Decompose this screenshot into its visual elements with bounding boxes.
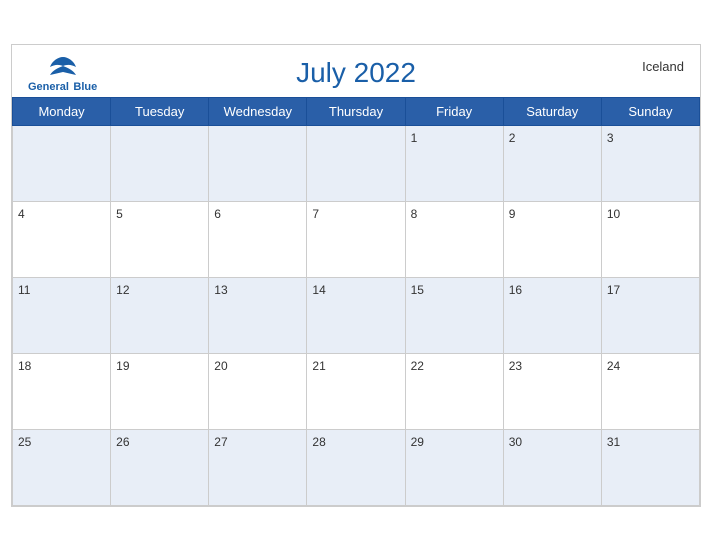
calendar-day-cell: 5 — [111, 201, 209, 277]
calendar-week-row: 4 5 6 7 8 9 10 — [13, 201, 700, 277]
calendar-day-cell — [111, 125, 209, 201]
day-number: 13 — [214, 283, 227, 297]
calendar-day-cell: 17 — [601, 277, 699, 353]
calendar-day-cell: 27 — [209, 429, 307, 505]
weekday-tuesday: Tuesday — [111, 97, 209, 125]
day-number: 30 — [509, 435, 522, 449]
calendar-day-cell: 10 — [601, 201, 699, 277]
day-number: 25 — [18, 435, 31, 449]
day-number: 1 — [411, 131, 418, 145]
weekday-header-row: Monday Tuesday Wednesday Thursday Friday… — [13, 97, 700, 125]
calendar-day-cell: 21 — [307, 353, 405, 429]
calendar-day-cell: 19 — [111, 353, 209, 429]
calendar-week-row: 11 12 13 14 15 16 17 — [13, 277, 700, 353]
calendar-day-cell: 9 — [503, 201, 601, 277]
calendar-day-cell: 3 — [601, 125, 699, 201]
day-number: 3 — [607, 131, 614, 145]
calendar-header: General Blue July 2022 Iceland — [12, 45, 700, 97]
calendar-day-cell: 31 — [601, 429, 699, 505]
day-number: 17 — [607, 283, 620, 297]
calendar-day-cell — [307, 125, 405, 201]
weekday-monday: Monday — [13, 97, 111, 125]
logo: General Blue — [28, 55, 97, 95]
weekday-saturday: Saturday — [503, 97, 601, 125]
day-number: 2 — [509, 131, 516, 145]
calendar-day-cell: 15 — [405, 277, 503, 353]
calendar-day-cell: 8 — [405, 201, 503, 277]
calendar-week-row: 25 26 27 28 29 30 31 — [13, 429, 700, 505]
calendar-day-cell — [209, 125, 307, 201]
calendar-day-cell: 18 — [13, 353, 111, 429]
day-number: 19 — [116, 359, 129, 373]
day-number: 5 — [116, 207, 123, 221]
calendar-day-cell: 2 — [503, 125, 601, 201]
calendar-grid: Monday Tuesday Wednesday Thursday Friday… — [12, 97, 700, 506]
calendar-container: General Blue July 2022 Iceland Monday Tu… — [11, 44, 701, 507]
calendar-day-cell: 30 — [503, 429, 601, 505]
day-number: 20 — [214, 359, 227, 373]
day-number: 4 — [18, 207, 25, 221]
calendar-day-cell: 23 — [503, 353, 601, 429]
calendar-day-cell: 13 — [209, 277, 307, 353]
day-number: 21 — [312, 359, 325, 373]
calendar-day-cell: 1 — [405, 125, 503, 201]
calendar-title: July 2022 — [296, 57, 416, 89]
calendar-day-cell: 12 — [111, 277, 209, 353]
day-number: 26 — [116, 435, 129, 449]
calendar-day-cell: 4 — [13, 201, 111, 277]
day-number: 28 — [312, 435, 325, 449]
day-number: 12 — [116, 283, 129, 297]
day-number: 23 — [509, 359, 522, 373]
day-number: 15 — [411, 283, 424, 297]
weekday-friday: Friday — [405, 97, 503, 125]
logo-icon — [48, 55, 78, 77]
weekday-sunday: Sunday — [601, 97, 699, 125]
day-number: 10 — [607, 207, 620, 221]
day-number: 7 — [312, 207, 319, 221]
day-number: 22 — [411, 359, 424, 373]
weekday-wednesday: Wednesday — [209, 97, 307, 125]
day-number: 11 — [18, 283, 30, 297]
day-number: 18 — [18, 359, 31, 373]
day-number: 8 — [411, 207, 418, 221]
calendar-week-row: 18 19 20 21 22 23 24 — [13, 353, 700, 429]
calendar-day-cell: 24 — [601, 353, 699, 429]
logo-text: General Blue — [28, 77, 97, 95]
calendar-day-cell: 25 — [13, 429, 111, 505]
calendar-day-cell: 22 — [405, 353, 503, 429]
day-number: 6 — [214, 207, 221, 221]
calendar-day-cell: 29 — [405, 429, 503, 505]
day-number: 27 — [214, 435, 227, 449]
calendar-day-cell: 14 — [307, 277, 405, 353]
day-number: 29 — [411, 435, 424, 449]
calendar-day-cell: 26 — [111, 429, 209, 505]
day-number: 31 — [607, 435, 620, 449]
day-number: 9 — [509, 207, 516, 221]
calendar-day-cell: 7 — [307, 201, 405, 277]
day-number: 14 — [312, 283, 325, 297]
calendar-day-cell: 6 — [209, 201, 307, 277]
country-label: Iceland — [642, 59, 684, 74]
calendar-day-cell — [13, 125, 111, 201]
calendar-day-cell: 16 — [503, 277, 601, 353]
calendar-day-cell: 20 — [209, 353, 307, 429]
calendar-body: 1234567891011121314151617181920212223242… — [13, 125, 700, 505]
weekday-thursday: Thursday — [307, 97, 405, 125]
day-number: 24 — [607, 359, 620, 373]
day-number: 16 — [509, 283, 522, 297]
calendar-day-cell: 28 — [307, 429, 405, 505]
calendar-day-cell: 11 — [13, 277, 111, 353]
calendar-week-row: 1 2 3 — [13, 125, 700, 201]
